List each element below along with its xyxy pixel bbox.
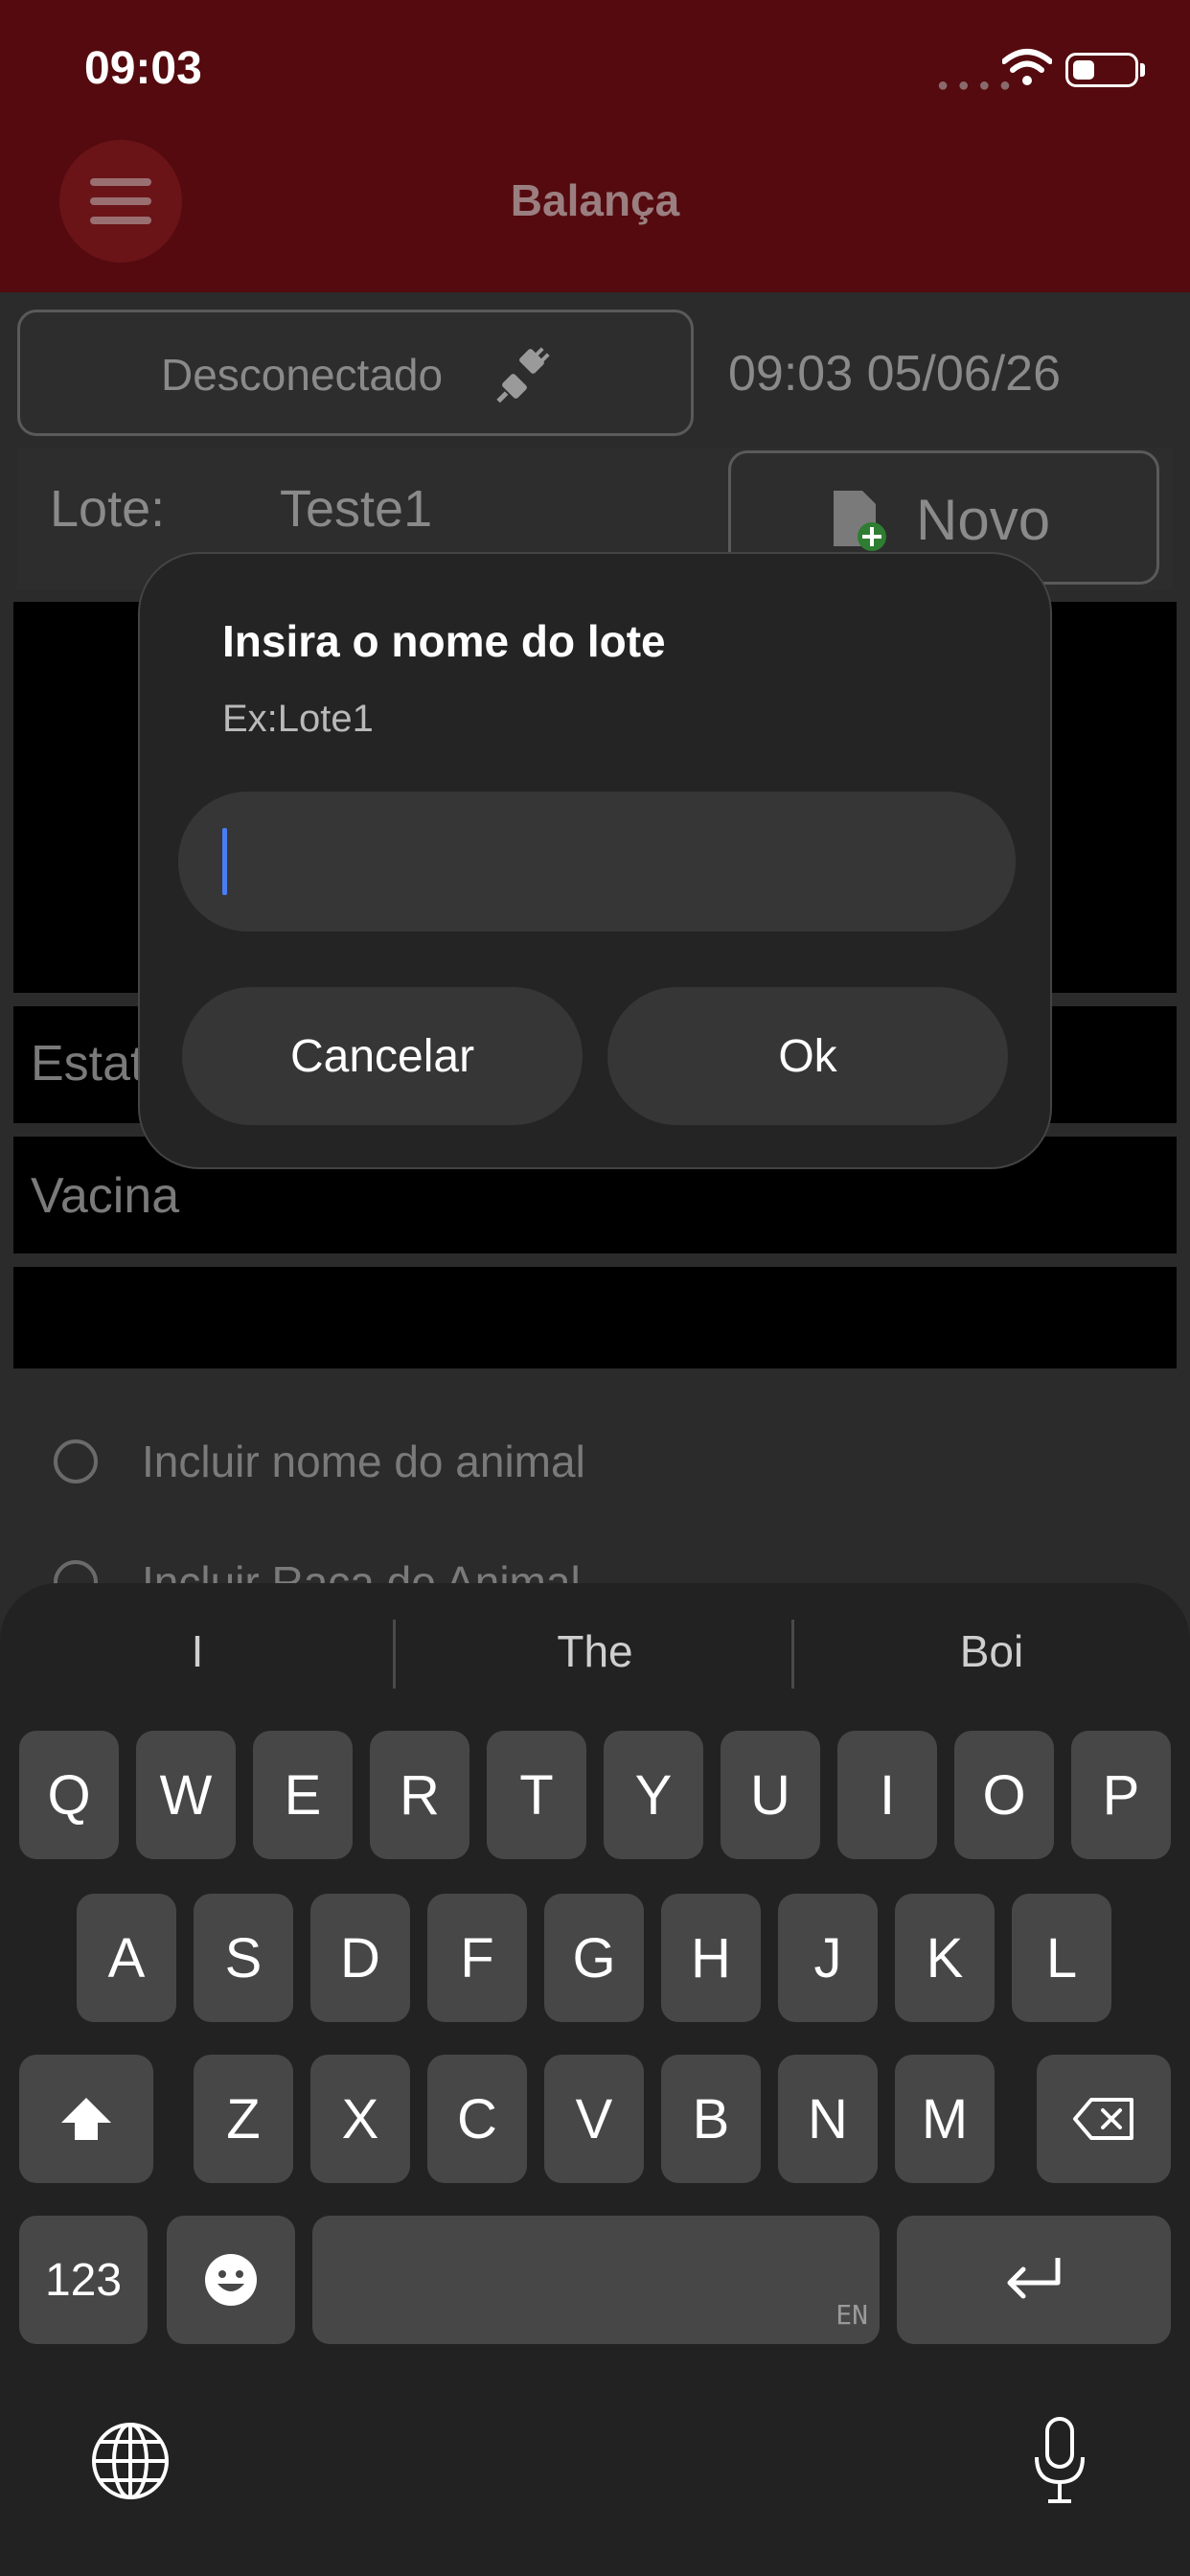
new-lote-label: Novo <box>916 488 1051 552</box>
shift-arrow-icon <box>61 2098 111 2140</box>
space-language-label: EN <box>835 2299 868 2331</box>
status-time: 09:03 <box>84 43 202 94</box>
microphone-icon[interactable] <box>1031 2415 1088 2507</box>
suggestion-divider <box>393 1620 396 1689</box>
key[interactable]: I <box>837 1731 937 1859</box>
key[interactable]: M <box>895 2055 995 2183</box>
key[interactable]: E <box>253 1731 353 1859</box>
key[interactable]: H <box>661 1894 761 2022</box>
key[interactable]: P <box>1071 1731 1171 1859</box>
key[interactable]: B <box>661 2055 761 2183</box>
key[interactable]: Q <box>19 1731 119 1859</box>
emoji-key[interactable] <box>167 2216 295 2344</box>
plug-disconnected-icon <box>496 347 550 402</box>
backspace-icon <box>1073 2098 1133 2140</box>
vacina-label: Vacina <box>31 1168 180 1224</box>
lote-label: Lote: <box>50 480 166 538</box>
dialog-hint: Ex:Lote1 <box>222 698 374 740</box>
key[interactable]: V <box>544 2055 644 2183</box>
battery-icon <box>1065 53 1138 87</box>
key[interactable]: Y <box>604 1731 703 1859</box>
lote-name-input[interactable] <box>178 792 1016 932</box>
include-animal-name-label: Incluir nome do animal <box>142 1437 585 1486</box>
page-title: Balança <box>510 175 680 225</box>
backspace-key[interactable] <box>1037 2055 1171 2183</box>
key[interactable]: D <box>310 1894 410 2022</box>
key[interactable]: S <box>194 1894 293 2022</box>
connection-status-label: Desconectado <box>161 350 444 400</box>
globe-icon[interactable] <box>90 2421 171 2501</box>
return-key[interactable] <box>897 2216 1171 2344</box>
key[interactable]: L <box>1012 1894 1111 2022</box>
ok-button[interactable]: Ok <box>607 987 1008 1125</box>
key[interactable]: W <box>136 1731 236 1859</box>
suggestion-3[interactable]: Boi <box>800 1625 1183 1677</box>
key[interactable]: A <box>77 1894 176 2022</box>
key[interactable]: K <box>895 1894 995 2022</box>
include-animal-name-radio[interactable] <box>54 1439 98 1484</box>
suggestion-1[interactable]: I <box>6 1625 389 1677</box>
emoji-icon <box>205 2254 257 2306</box>
datetime-display: 09:03 05/06/26 <box>728 346 1061 402</box>
add-document-icon <box>834 491 886 551</box>
battery-tip <box>1140 63 1145 77</box>
text-cursor <box>222 828 227 895</box>
estat-label: Estat <box>31 1036 145 1092</box>
key[interactable]: G <box>544 1894 644 2022</box>
key[interactable]: N <box>778 2055 878 2183</box>
wifi-icon <box>1002 49 1052 85</box>
key[interactable]: C <box>427 2055 527 2183</box>
return-icon <box>1007 2258 1061 2299</box>
key[interactable]: O <box>954 1731 1054 1859</box>
numbers-key[interactable]: 123 <box>19 2216 148 2344</box>
extra-field[interactable] <box>13 1267 1177 1368</box>
key[interactable]: Z <box>194 2055 293 2183</box>
dialog-title: Insira o nome do lote <box>222 616 666 666</box>
key[interactable]: X <box>310 2055 410 2183</box>
suggestion-2[interactable]: The <box>403 1625 787 1677</box>
space-key[interactable]: EN <box>312 2216 880 2344</box>
key[interactable]: R <box>370 1731 469 1859</box>
key[interactable]: U <box>721 1731 820 1859</box>
key[interactable]: F <box>427 1894 527 2022</box>
cancel-button[interactable]: Cancelar <box>182 987 583 1125</box>
suggestion-divider <box>791 1620 794 1689</box>
lote-value: Teste1 <box>280 480 433 538</box>
shift-key[interactable] <box>19 2055 153 2183</box>
key[interactable]: T <box>487 1731 586 1859</box>
key[interactable]: J <box>778 1894 878 2022</box>
